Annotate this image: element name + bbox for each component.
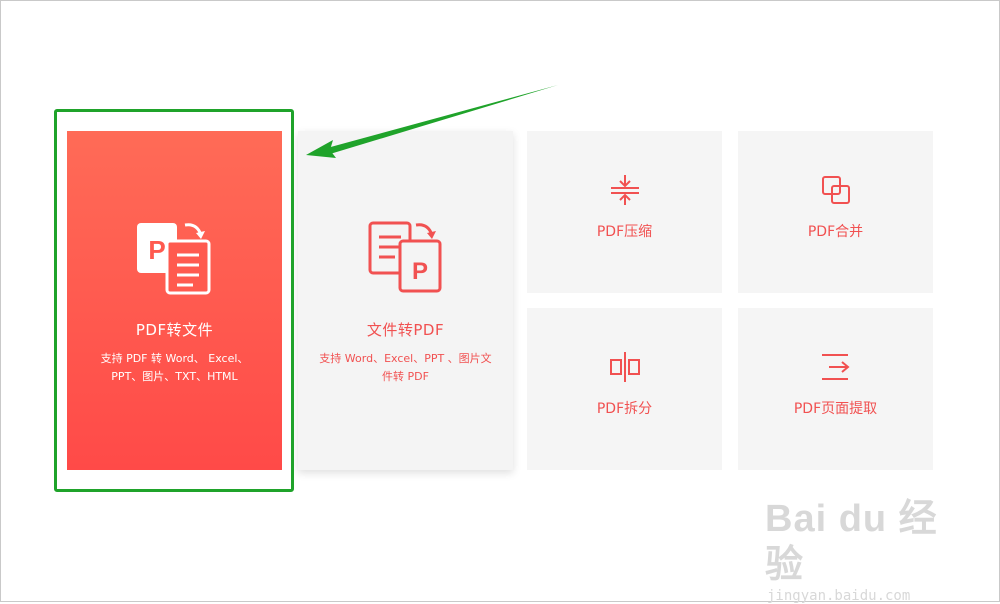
- highlight-box: [54, 109, 294, 492]
- merge-icon: [821, 176, 850, 204]
- file-to-pdf-title: 文件转PDF: [366, 321, 445, 339]
- pdf-merge-title: PDF合并: [807, 224, 864, 240]
- page-extract-icon: [821, 354, 850, 380]
- pdf-page-extract-title: PDF页面提取: [793, 401, 878, 417]
- pdf-merge-card[interactable]: PDF合并: [738, 131, 933, 293]
- baidu-jingyan-watermark: Bai du 经验 jingyan.baidu.com: [765, 496, 955, 604]
- file-to-pdf-description: 支持 Word、Excel、PPT 、图片文 件转 PDF: [316, 350, 496, 386]
- svg-text:P: P: [411, 258, 427, 285]
- split-icon: [609, 352, 640, 382]
- pdf-page-extract-card[interactable]: PDF页面提取: [738, 308, 933, 470]
- pdf-compress-card[interactable]: PDF压缩: [527, 131, 722, 293]
- pdf-compress-title: PDF压缩: [596, 224, 653, 240]
- file-to-pdf-icon: P: [368, 221, 441, 293]
- compress-icon: [610, 175, 639, 205]
- pdf-split-title: PDF拆分: [596, 401, 653, 417]
- pdf-split-card[interactable]: PDF拆分: [527, 308, 722, 470]
- file-to-pdf-card[interactable]: P 文件转PDF 支持 Word、Excel、PPT 、图片文 件转 PDF: [298, 131, 513, 470]
- watermark-logo: Bai du 经验: [765, 498, 938, 586]
- file-to-pdf-desc-line2: 件转 PDF: [382, 370, 429, 383]
- file-to-pdf-desc-line1: 支持 Word、Excel、PPT 、图片文: [319, 352, 492, 365]
